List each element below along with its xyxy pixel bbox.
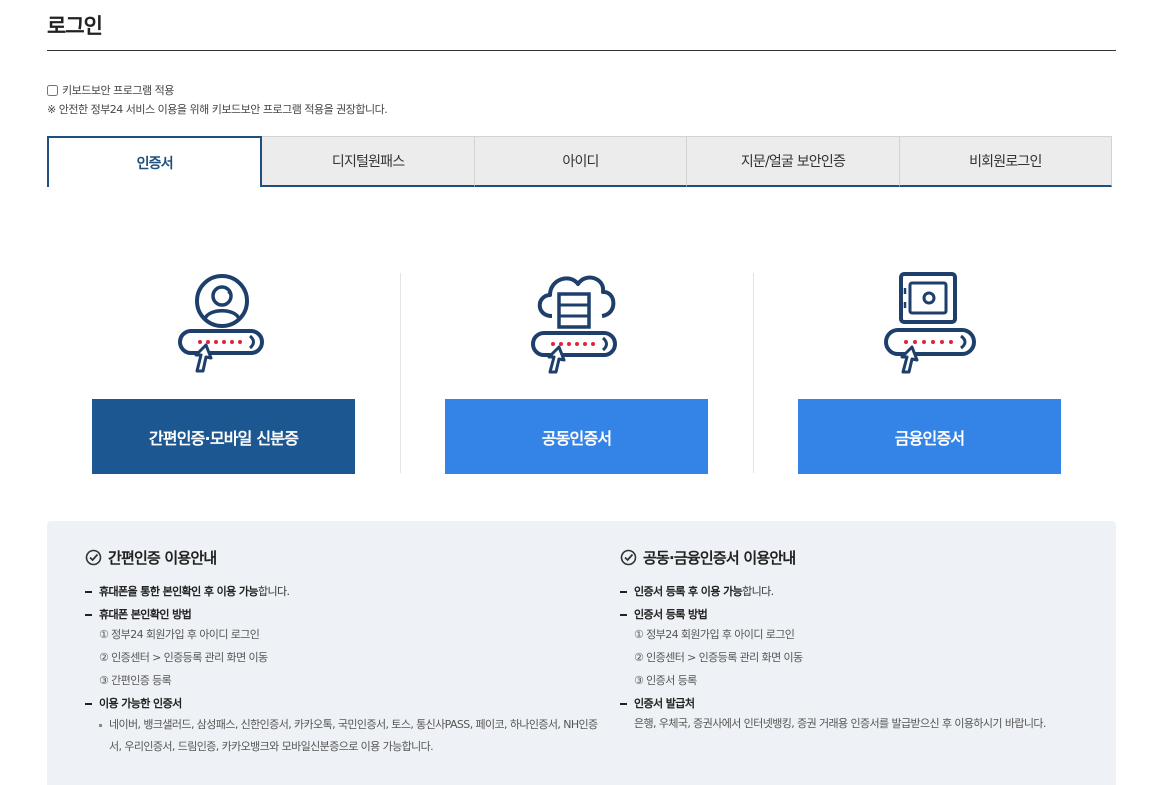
usage-guide-panel: 간편인증 이용안내 휴대폰을 통한 본인확인 후 이용 가능합니다. 휴대폰 본… — [47, 521, 1116, 785]
method-simple-auth: 간편인증·모바일 신분증 — [92, 270, 355, 475]
joint-cert-button[interactable]: 공동인증서 — [445, 399, 708, 474]
tab-digital-onepass[interactable]: 디지털원패스 — [262, 136, 475, 187]
check-circle-icon — [85, 549, 102, 566]
financial-cert-button[interactable]: 금융인증서 — [798, 399, 1061, 474]
issuer-text: 은행, 우체국, 증권사에서 인터넷뱅킹, 증권 거래용 인증서를 발급받으신 … — [634, 717, 1046, 730]
step-item: ③ 인증서 등록 — [634, 674, 697, 687]
user-cert-icon — [177, 270, 277, 375]
tab-certificate[interactable]: 인증서 — [47, 136, 263, 187]
list-item: 인증서 발급처 — [620, 696, 1110, 712]
list-item: 인증서 등록 후 이용 가능합니다. — [620, 584, 1110, 600]
simple-auth-guide: 간편인증 이용안내 휴대폰을 통한 본인확인 후 이용 가능합니다. 휴대폰 본… — [85, 547, 605, 758]
list-item: 이용 가능한 인증서 — [85, 696, 605, 712]
keyboard-security-checkbox[interactable] — [47, 84, 58, 96]
step-item: ① 정부24 회원가입 후 아이디 로그인 — [99, 628, 260, 641]
page-title: 로그인 — [47, 14, 103, 38]
list-item: 인증서 등록 방법 — [620, 607, 1110, 623]
method-financial-cert: 금융인증서 — [798, 270, 1061, 475]
provider-list-line: 네이버, 뱅크샐러드, 삼성패스, 신한인증서, 카카오톡, 국민인증서, 토스… — [109, 718, 598, 731]
method-divider — [753, 273, 754, 473]
tab-guest-login[interactable]: 비회원로그인 — [899, 136, 1113, 187]
title-divider — [47, 50, 1116, 51]
joint-cert-guide: 공동·금융인증서 이용안내 인증서 등록 후 이용 가능합니다. 인증서 등록 … — [620, 547, 1110, 732]
step-item: ① 정부24 회원가입 후 아이디 로그인 — [634, 628, 795, 641]
step-item: ② 인증센터 > 인증등록 관리 화면 이동 — [634, 651, 803, 664]
tab-id[interactable]: 아이디 — [474, 136, 688, 187]
check-circle-icon — [620, 549, 637, 566]
list-item: 휴대폰 본인확인 방법 — [85, 607, 605, 623]
tab-biometric[interactable]: 지문/얼굴 보안인증 — [687, 136, 900, 187]
joint-cert-guide-heading: 공동·금융인증서 이용안내 — [620, 547, 1110, 568]
method-divider — [400, 273, 401, 473]
simple-auth-button[interactable]: 간편인증·모바일 신분증 — [92, 399, 355, 474]
simple-auth-guide-title: 간편인증 이용안내 — [108, 549, 217, 567]
joint-cert-guide-title: 공동·금융인증서 이용안내 — [643, 549, 796, 567]
keyboard-security-label: 키보드보안 프로그램 적용 — [62, 84, 174, 97]
list-item: 휴대폰을 통한 본인확인 후 이용 가능합니다. — [85, 584, 605, 600]
safe-cert-icon — [883, 270, 983, 375]
step-item: ② 인증센터 > 인증등록 관리 화면 이동 — [99, 651, 268, 664]
login-method-tabs: 인증서 디지털원패스 아이디 지문/얼굴 보안인증 비회원로그인 — [47, 136, 1113, 187]
keyboard-security-toggle[interactable]: 키보드보안 프로그램 적용 — [47, 82, 174, 98]
provider-list: 네이버, 뱅크샐러드, 삼성패스, 신한인증서, 카카오톡, 국민인증서, 토스… — [85, 714, 605, 758]
step-item: ③ 간편인증 등록 — [99, 674, 172, 687]
provider-list-line: 서, 우리인증서, 드림인증, 카카오뱅크와 모바일신분증으로 이용 가능합니다… — [109, 740, 434, 753]
simple-auth-guide-heading: 간편인증 이용안내 — [85, 547, 605, 568]
cloud-server-cert-icon — [530, 270, 630, 375]
keyboard-security-notice: ※ 안전한 정부24 서비스 이용을 위해 키보드보안 프로그램 적용을 권장합… — [47, 103, 388, 116]
method-joint-cert: 공동인증서 — [445, 270, 708, 475]
